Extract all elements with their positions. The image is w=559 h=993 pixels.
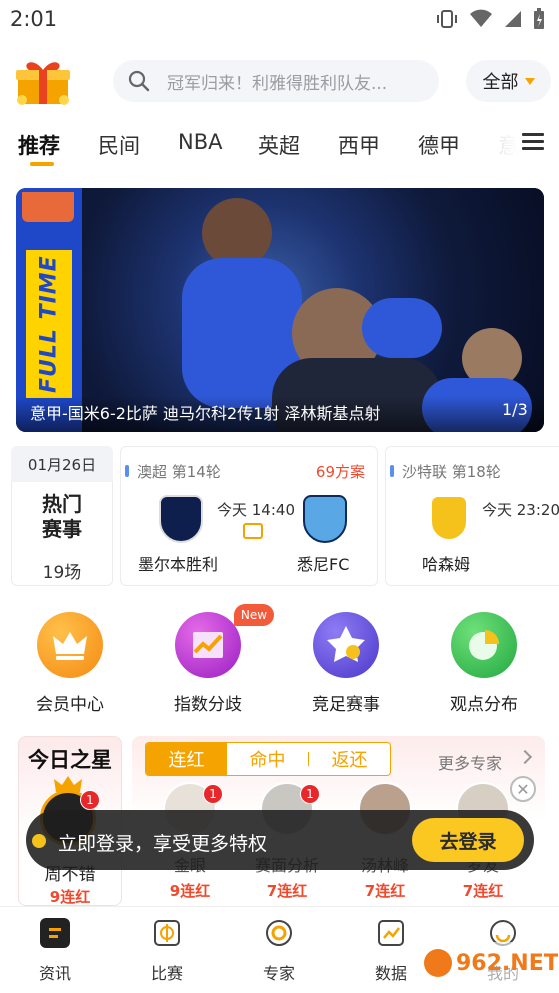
vibrate-icon bbox=[437, 10, 457, 28]
tab-la-liga[interactable]: 西甲 bbox=[338, 130, 380, 160]
feature-label: 指数分歧 bbox=[174, 695, 242, 715]
notification-badge: 1 bbox=[203, 784, 223, 804]
search-input[interactable]: 冠军归来！利雅得胜利队友... bbox=[113, 60, 439, 102]
feature-label: 观点分布 bbox=[450, 695, 518, 715]
tab-fade bbox=[478, 124, 518, 168]
hot-matches-count: 19场 bbox=[42, 563, 82, 583]
feature-label: 会员中心 bbox=[36, 695, 104, 715]
tab-active-indicator bbox=[30, 162, 54, 166]
nav-label: 专家 bbox=[262, 964, 295, 983]
nav-matches[interactable]: 比赛 bbox=[132, 918, 202, 984]
svg-text:962.NET: 962.NET bbox=[456, 951, 558, 976]
expert-streak: 7连红 bbox=[266, 882, 308, 900]
video-icon bbox=[243, 523, 263, 539]
full-time-badge: FULL TIME bbox=[26, 250, 72, 398]
star-streak: 9连红 bbox=[49, 888, 91, 906]
star-of-day-title: 今日之星 bbox=[28, 748, 112, 772]
feature-vip-center[interactable]: 会员中心 bbox=[10, 612, 130, 715]
hot-title-line2: 赛事 bbox=[42, 517, 82, 541]
coin-icon bbox=[32, 834, 46, 848]
sydney-fc-crest-icon bbox=[303, 495, 347, 543]
notification-badge: 1 bbox=[80, 790, 100, 810]
category-tabs: 推荐 民间 NBA 英超 西甲 德甲 意 bbox=[0, 124, 559, 168]
match-plans-count: 69方案 bbox=[315, 463, 365, 481]
al-hazem-crest-icon bbox=[432, 497, 466, 539]
expert-icon bbox=[264, 918, 294, 948]
tab-premier-league[interactable]: 英超 bbox=[258, 130, 300, 160]
close-icon[interactable]: ✕ bbox=[510, 776, 536, 802]
expert-streak: 7连红 bbox=[462, 882, 504, 900]
feature-jingzu-matches[interactable]: 竞足赛事 bbox=[286, 612, 406, 715]
nav-experts[interactable]: 专家 bbox=[244, 918, 314, 984]
match-card[interactable]: 澳超 第14轮 69方案 今天 14:40 墨尔本胜利 悉尼FC bbox=[120, 446, 378, 586]
expert-streak: 9连红 bbox=[169, 882, 211, 900]
match-time: 今天 14:40 bbox=[217, 501, 295, 519]
status-icons bbox=[435, 8, 545, 30]
tab-return[interactable]: 返还 bbox=[309, 743, 390, 775]
search-placeholder: 冠军归来！利雅得胜利队友... bbox=[167, 73, 388, 94]
home-team: 哈森姆 bbox=[422, 555, 471, 574]
league-dot bbox=[390, 465, 394, 477]
filter-dropdown[interactable]: 全部 bbox=[466, 60, 551, 102]
site-watermark-logo: 962.NET bbox=[418, 938, 559, 988]
login-button[interactable]: 去登录 bbox=[412, 818, 524, 862]
home-team: 墨尔本胜利 bbox=[138, 555, 219, 574]
pie-chart-icon bbox=[451, 612, 517, 678]
filter-label: 全部 bbox=[482, 72, 519, 93]
league-dot bbox=[125, 465, 129, 477]
toast-message: 立即登录，享受更多特权 bbox=[58, 833, 268, 855]
nav-news[interactable]: 资讯 bbox=[20, 918, 90, 984]
tab-bundesliga[interactable]: 德甲 bbox=[418, 130, 460, 160]
tab-consecutive-wins[interactable]: 连红 bbox=[146, 743, 227, 775]
tab-folk[interactable]: 民间 bbox=[98, 130, 140, 160]
crown-icon bbox=[37, 612, 103, 678]
signal-icon bbox=[505, 11, 521, 27]
crown-small-icon bbox=[54, 776, 82, 792]
tab-hit-rate[interactable]: 命中 bbox=[227, 743, 308, 775]
status-time: 2:01 bbox=[10, 7, 58, 31]
hot-matches-title: 热门 赛事 bbox=[11, 492, 113, 542]
match-league: 沙特联 第18轮 bbox=[402, 463, 501, 481]
caret-down-icon bbox=[524, 77, 535, 85]
feature-label: 竞足赛事 bbox=[312, 695, 380, 715]
trend-chart-icon bbox=[175, 612, 241, 678]
hot-matches-date: 01月26日 bbox=[11, 446, 113, 482]
nav-data[interactable]: 数据 bbox=[356, 918, 426, 984]
gift-box-icon[interactable] bbox=[14, 56, 72, 106]
feature-opinion-distribution[interactable]: 观点分布 bbox=[424, 612, 544, 715]
nav-label: 资讯 bbox=[38, 964, 71, 983]
wifi-icon bbox=[470, 9, 492, 27]
melbourne-victory-crest-icon bbox=[159, 495, 203, 543]
banner-page-indicator: 1/3 bbox=[502, 400, 528, 419]
more-experts-link[interactable]: 更多专家 bbox=[438, 750, 502, 774]
nav-label: 比赛 bbox=[150, 964, 183, 983]
match-icon bbox=[152, 918, 182, 948]
expert-streak: 7连红 bbox=[364, 882, 406, 900]
star-ball-icon bbox=[313, 612, 379, 678]
match-league: 澳超 第14轮 bbox=[137, 463, 221, 481]
search-icon bbox=[128, 70, 150, 92]
match-card[interactable]: 沙特联 第18轮 今天 23:20 哈森姆 bbox=[385, 446, 559, 586]
tab-recommend[interactable]: 推荐 bbox=[18, 130, 60, 160]
feature-index-divergence[interactable]: 指数分歧 bbox=[148, 612, 268, 715]
news-icon bbox=[40, 918, 70, 948]
menu-icon[interactable] bbox=[522, 133, 544, 151]
match-time: 今天 23:20 bbox=[482, 501, 559, 519]
club-logo bbox=[22, 192, 74, 222]
nav-label: 数据 bbox=[374, 964, 407, 983]
battery-icon bbox=[534, 8, 544, 29]
hot-title-line1: 热门 bbox=[42, 492, 82, 516]
data-icon bbox=[376, 918, 406, 948]
tab-nba[interactable]: NBA bbox=[178, 130, 222, 154]
new-badge: New bbox=[234, 604, 274, 626]
away-team: 悉尼FC bbox=[297, 555, 350, 574]
expert-filter-tabs: 连红 命中 返还 bbox=[145, 742, 391, 776]
banner-caption: 意甲-国米6-2比萨 迪马尔科2传1射 泽林斯基点射 bbox=[30, 404, 381, 423]
notification-badge: 1 bbox=[300, 784, 320, 804]
